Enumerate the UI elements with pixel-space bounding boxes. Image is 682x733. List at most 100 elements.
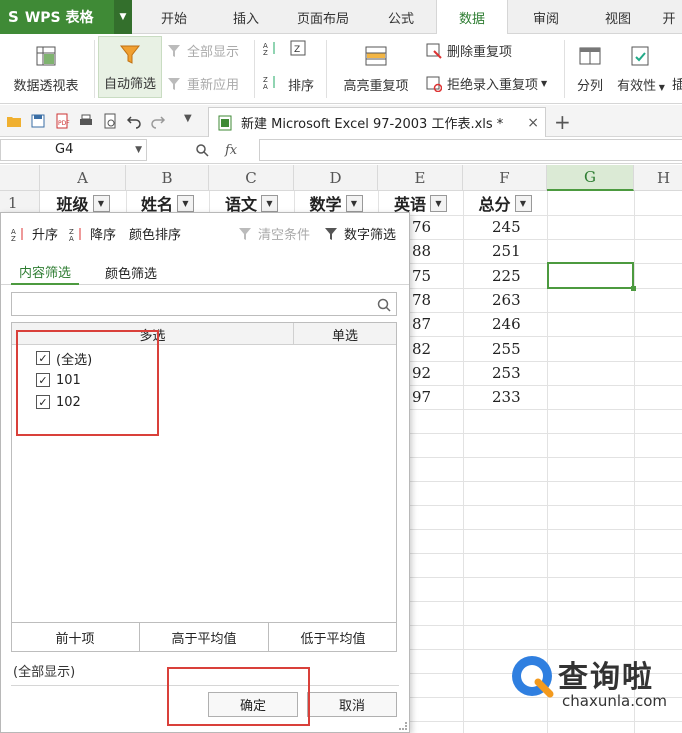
tab-more[interactable]: 开	[656, 0, 682, 34]
save-icon[interactable]	[30, 113, 46, 129]
undo-icon[interactable]	[126, 113, 142, 129]
tab-data[interactable]: 数据	[436, 0, 508, 35]
cell-total[interactable]: 263	[492, 288, 521, 312]
document-tab[interactable]: 新建 Microsoft Excel 97-2003 工作表.xls * ×	[208, 107, 546, 137]
single-select-mode[interactable]: 单选	[294, 323, 396, 345]
color-sort-button[interactable]: 颜色排序	[129, 224, 181, 243]
column-header-e[interactable]: E	[378, 165, 463, 191]
validity-button[interactable]: 有效性 ▼	[612, 40, 670, 98]
reapply-button[interactable]: 重新应用	[166, 74, 239, 93]
cell-english[interactable]: 87	[412, 312, 431, 336]
column-header-c[interactable]: C	[209, 165, 294, 191]
sort-button[interactable]: 排序	[288, 75, 314, 94]
tab-page-layout[interactable]: 页面布局	[280, 0, 366, 34]
formula-input[interactable]	[259, 139, 682, 161]
tab-insert[interactable]: 插入	[212, 0, 280, 34]
app-menu-button[interactable]: S WPS 表格 ▼	[0, 0, 132, 34]
column-header-a[interactable]: A	[40, 165, 126, 191]
cell-english[interactable]: 92	[412, 361, 431, 385]
pivot-table-button[interactable]: 数据透视表	[4, 40, 88, 98]
show-all-button[interactable]: 全部显示	[166, 41, 239, 60]
filter-dropdown-icon[interactable]: ▼	[430, 194, 447, 212]
column-header-d[interactable]: D	[294, 165, 378, 191]
filter-dropdown-icon[interactable]: ▼	[177, 194, 194, 212]
cell-english[interactable]: 78	[412, 288, 431, 312]
tab-view[interactable]: 视图	[584, 0, 652, 34]
sort-dialog-icon-button[interactable]: Z	[290, 40, 311, 56]
cell-total[interactable]: 233	[492, 385, 521, 409]
insert-function-icon[interactable]: fx	[225, 143, 237, 158]
cell-total[interactable]: 245	[492, 215, 521, 239]
zoom-icon[interactable]	[195, 143, 209, 157]
cell-english[interactable]: 75	[412, 264, 431, 288]
sort-descending-button[interactable]: ZA 降序	[69, 224, 116, 243]
cell-english[interactable]: 97	[412, 385, 431, 409]
sort-az-icon: AZ	[263, 42, 275, 56]
watermark-brand: 查询啦	[558, 660, 654, 695]
cell-total[interactable]: 246	[492, 312, 521, 336]
delete-duplicates-button[interactable]: 删除重复项	[426, 41, 512, 60]
sort-asc-quick-button[interactable]: AZ	[262, 40, 283, 56]
sort-ascending-button[interactable]: AZ 升序	[11, 224, 58, 243]
filter-dropdown-icon[interactable]: ▼	[345, 194, 363, 212]
redo-icon[interactable]	[150, 113, 166, 129]
autofilter-button[interactable]: 自动筛选	[98, 38, 162, 96]
document-title: 新建 Microsoft Excel 97-2003 工作表.xls *	[241, 117, 504, 132]
close-tab-icon[interactable]: ×	[527, 115, 539, 131]
svg-text:A: A	[69, 235, 74, 242]
cell-total[interactable]: 253	[492, 361, 521, 385]
filter-search-input[interactable]	[11, 292, 397, 316]
filter-tabs: 内容筛选 颜色筛选	[1, 259, 409, 285]
text-to-columns-button[interactable]: 分列	[570, 40, 610, 98]
cell-english[interactable]: 88	[412, 239, 431, 263]
header-cell-total[interactable]: 总分 ▼	[463, 191, 547, 215]
clear-conditions-button[interactable]: 清空条件	[237, 224, 310, 243]
cancel-button[interactable]: 取消	[307, 692, 397, 717]
open-folder-icon[interactable]	[6, 113, 22, 129]
funnel-icon	[119, 45, 141, 64]
print-preview-icon[interactable]	[102, 113, 118, 129]
grid-line	[463, 191, 464, 733]
column-header-g[interactable]: G	[547, 165, 634, 191]
resize-grip-icon[interactable]	[399, 722, 407, 730]
select-all-corner[interactable]	[0, 165, 40, 191]
ribbon-data-panel: 数据透视表 自动筛选 全部显示 重新应用 AZ Z ZA 排序 高亮重复项 删除…	[0, 34, 682, 104]
below-average-button[interactable]: 低于平均值	[269, 623, 397, 652]
tab-home[interactable]: 开始	[136, 0, 212, 34]
filter-dropdown-icon[interactable]: ▼	[514, 194, 532, 212]
top-ten-button[interactable]: 前十项	[11, 623, 140, 652]
reject-duplicates-button[interactable]: 拒绝录入重复项 ▼	[426, 74, 547, 93]
tab-formula[interactable]: 公式	[366, 0, 436, 34]
cell-total[interactable]: 255	[492, 337, 521, 361]
number-filter-button[interactable]: 数字筛选	[323, 224, 396, 243]
highlight-duplicates-button[interactable]: 高亮重复项	[332, 40, 420, 98]
tab-review[interactable]: 审阅	[508, 0, 584, 34]
cell-total[interactable]: 225	[492, 264, 521, 288]
tab-color-filter[interactable]: 颜色筛选	[97, 259, 165, 285]
new-tab-icon[interactable]: +	[554, 110, 571, 134]
app-menu-dropdown-icon[interactable]: ▼	[114, 0, 132, 34]
name-box-dropdown-icon[interactable]: ▼	[135, 140, 142, 160]
insert-more-button[interactable]: 插	[672, 74, 682, 93]
filter-dropdown-icon[interactable]: ▼	[261, 194, 278, 212]
watermark-url: chaxunla.com	[562, 692, 667, 710]
active-cell-g4[interactable]	[547, 262, 636, 291]
tab-content-filter[interactable]: 内容筛选	[11, 259, 80, 285]
name-box[interactable]: G4 ▼	[0, 139, 147, 161]
above-average-button[interactable]: 高于平均值	[140, 623, 269, 652]
cell-english[interactable]: 76	[412, 215, 431, 239]
print-icon[interactable]	[78, 113, 94, 129]
sort-desc-quick-button[interactable]: ZA	[262, 74, 283, 90]
chevron-down-icon[interactable]: ▼	[541, 79, 547, 88]
filter-dropdown-icon[interactable]: ▼	[92, 194, 110, 212]
cell-english[interactable]: 82	[412, 337, 431, 361]
column-header-b[interactable]: B	[126, 165, 209, 191]
cell-total[interactable]: 251	[492, 239, 521, 263]
export-pdf-icon[interactable]: PDF	[54, 113, 70, 129]
customize-qat-dropdown-icon[interactable]: ▼	[184, 113, 200, 129]
column-header-h[interactable]: H	[634, 165, 682, 191]
formula-tools: fx	[147, 139, 259, 161]
funnel-reapply-icon	[168, 77, 180, 90]
split-columns-icon	[579, 47, 601, 64]
column-header-f[interactable]: F	[463, 165, 547, 191]
